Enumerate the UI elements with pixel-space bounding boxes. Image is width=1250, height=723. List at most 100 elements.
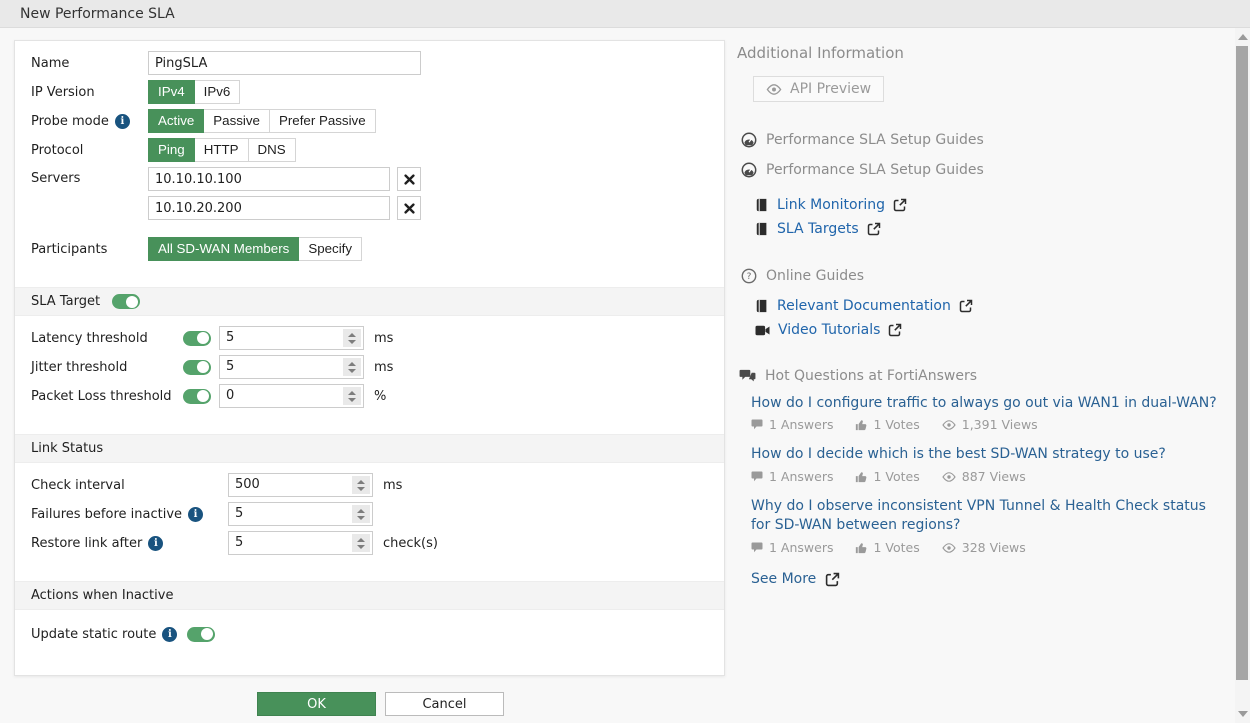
setup-guides-item: Performance SLA Setup Guides bbox=[737, 132, 1225, 148]
comment-icon bbox=[751, 542, 763, 553]
scroll-down-icon[interactable] bbox=[1238, 711, 1248, 717]
spinner-up-icon bbox=[348, 391, 356, 395]
server-input-1[interactable] bbox=[148, 167, 390, 191]
question-link[interactable]: How do I decide which is the best SD-WAN… bbox=[751, 445, 1225, 464]
eye-icon bbox=[942, 420, 956, 430]
update-static-route-row: Update static route bbox=[31, 622, 708, 646]
participants-all-members-button[interactable]: All SD-WAN Members bbox=[148, 237, 299, 261]
hot-questions-heading-row: Hot Questions at FortiAnswers bbox=[737, 368, 1225, 384]
latency-threshold-toggle[interactable] bbox=[183, 331, 211, 346]
external-link-icon bbox=[959, 299, 973, 313]
number-spinner[interactable] bbox=[343, 387, 361, 405]
question-link[interactable]: How do I configure traffic to always go … bbox=[751, 394, 1225, 413]
setup-guides-label: Performance SLA Setup Guides bbox=[766, 162, 984, 178]
setup-guides-item: Performance SLA Setup Guides bbox=[737, 162, 1225, 178]
video-tutorials-link[interactable]: Video Tutorials bbox=[755, 322, 902, 338]
relevant-documentation-link[interactable]: Relevant Documentation bbox=[755, 298, 973, 314]
sla-target-toggle[interactable] bbox=[112, 294, 140, 309]
update-static-route-info-icon[interactable] bbox=[162, 627, 177, 642]
ip-version-ipv4-button[interactable]: IPv4 bbox=[148, 80, 195, 104]
cancel-button[interactable]: Cancel bbox=[385, 692, 504, 716]
packet-loss-threshold-toggle[interactable] bbox=[183, 389, 211, 404]
ip-version-segment: IPv4 IPv6 bbox=[148, 80, 240, 104]
views-stat: 1,391 Views bbox=[942, 417, 1038, 432]
failures-info-icon[interactable] bbox=[188, 507, 203, 522]
probe-mode-passive-button[interactable]: Passive bbox=[204, 109, 270, 133]
protocol-http-button[interactable]: HTTP bbox=[195, 138, 249, 162]
packet-loss-threshold-input[interactable]: 0 bbox=[219, 384, 364, 408]
number-spinner[interactable] bbox=[343, 358, 361, 376]
gauge-icon bbox=[741, 132, 757, 148]
spinner-up-icon bbox=[357, 538, 365, 542]
ip-version-ipv6-button[interactable]: IPv6 bbox=[195, 80, 241, 104]
ok-button[interactable]: OK bbox=[257, 692, 376, 716]
gauge-icon bbox=[741, 162, 757, 178]
check-interval-input[interactable]: 500 bbox=[228, 473, 373, 497]
jitter-threshold-label: Jitter threshold bbox=[31, 360, 183, 375]
remove-server-button[interactable] bbox=[397, 196, 421, 220]
check-interval-row: Check interval 500 ms bbox=[31, 473, 708, 497]
jitter-threshold-toggle[interactable] bbox=[183, 360, 211, 375]
spinner-up-icon bbox=[357, 509, 365, 513]
online-guides-heading: Online Guides bbox=[766, 268, 864, 284]
see-more-row: See More bbox=[737, 571, 1225, 587]
performance-sla-form: Name IP Version IPv4 IPv6 Probe mode Act… bbox=[14, 40, 725, 676]
name-input[interactable] bbox=[148, 51, 421, 75]
probe-mode-prefer-passive-button[interactable]: Prefer Passive bbox=[270, 109, 376, 133]
number-spinner[interactable] bbox=[352, 505, 370, 523]
restore-unit-label: check(s) bbox=[383, 536, 438, 551]
update-static-route-toggle[interactable] bbox=[187, 627, 215, 642]
sla-targets-link[interactable]: SLA Targets bbox=[755, 221, 881, 237]
jitter-unit-label: ms bbox=[374, 360, 393, 375]
restore-link-after-input[interactable]: 5 bbox=[228, 531, 373, 555]
eye-icon bbox=[942, 543, 956, 553]
link-status-header-label: Link Status bbox=[31, 441, 103, 456]
additional-information-panel: Additional Information API Preview Perfo… bbox=[737, 44, 1225, 587]
online-guides-heading-row: ? Online Guides bbox=[737, 268, 1225, 284]
link-monitoring-link[interactable]: Link Monitoring bbox=[755, 197, 907, 213]
probe-mode-active-button[interactable]: Active bbox=[148, 109, 204, 133]
jitter-threshold-row: Jitter threshold 5 ms bbox=[31, 355, 708, 379]
failures-before-inactive-input[interactable]: 5 bbox=[228, 502, 373, 526]
latency-threshold-label: Latency threshold bbox=[31, 331, 183, 346]
protocol-label: Protocol bbox=[31, 143, 148, 158]
external-link-icon bbox=[867, 222, 881, 236]
ip-version-row: IP Version IPv4 IPv6 bbox=[31, 80, 708, 104]
votes-stat: 1 Votes bbox=[855, 417, 919, 432]
number-spinner[interactable] bbox=[352, 534, 370, 552]
remove-server-button[interactable] bbox=[397, 167, 421, 191]
scroll-up-icon[interactable] bbox=[1238, 34, 1248, 40]
restore-link-after-label: Restore link after bbox=[31, 536, 142, 551]
server-input-2[interactable] bbox=[148, 196, 390, 220]
views-stat: 887 Views bbox=[942, 469, 1026, 484]
probe-mode-info-icon[interactable] bbox=[115, 114, 130, 129]
restore-info-icon[interactable] bbox=[148, 536, 163, 551]
comment-icon bbox=[751, 419, 763, 430]
see-more-link[interactable]: See More bbox=[751, 571, 840, 587]
answers-stat: 1 Answers bbox=[751, 417, 833, 432]
question-link[interactable]: Why do I observe inconsistent VPN Tunnel… bbox=[751, 497, 1225, 535]
failures-before-inactive-label: Failures before inactive bbox=[31, 507, 182, 522]
vertical-scrollbar[interactable] bbox=[1235, 28, 1250, 723]
participants-specify-button[interactable]: Specify bbox=[299, 237, 362, 261]
name-label: Name bbox=[31, 56, 148, 71]
protocol-ping-button[interactable]: Ping bbox=[148, 138, 195, 162]
scrollbar-thumb[interactable] bbox=[1236, 46, 1248, 680]
actions-inactive-header-label: Actions when Inactive bbox=[31, 588, 173, 603]
update-static-route-label: Update static route bbox=[31, 627, 156, 642]
protocol-row: Protocol Ping HTTP DNS bbox=[31, 138, 708, 162]
votes-stat: 1 Votes bbox=[855, 540, 919, 555]
number-spinner[interactable] bbox=[352, 476, 370, 494]
book-icon bbox=[755, 222, 769, 236]
sla-target-section-header: SLA Target bbox=[15, 287, 724, 316]
servers-row: Servers bbox=[31, 167, 708, 225]
protocol-dns-button[interactable]: DNS bbox=[249, 138, 296, 162]
latency-threshold-input[interactable]: 5 bbox=[219, 326, 364, 350]
api-preview-button[interactable]: API Preview bbox=[753, 76, 884, 102]
spinner-down-icon bbox=[357, 545, 365, 549]
dialog-buttons: OK Cancel bbox=[257, 692, 504, 716]
number-spinner[interactable] bbox=[343, 329, 361, 347]
chat-bubbles-icon bbox=[739, 369, 756, 383]
link-status-section-header: Link Status bbox=[15, 434, 724, 463]
jitter-threshold-input[interactable]: 5 bbox=[219, 355, 364, 379]
